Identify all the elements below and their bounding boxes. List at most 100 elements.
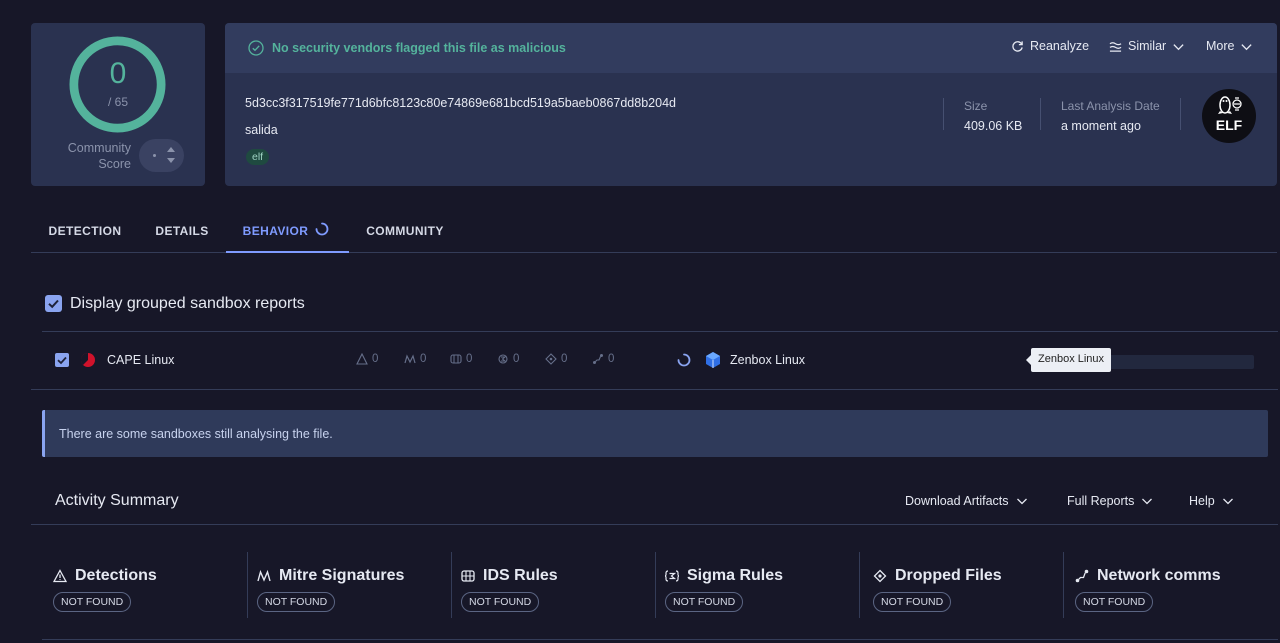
summary-title: IDS Rules: [461, 567, 558, 585]
grouped-reports-label[interactable]: Display grouped sandbox reports: [70, 295, 305, 313]
summary-detections[interactable]: Detections NOT FOUND: [53, 552, 243, 618]
community-score-text: Community Score: [67, 141, 131, 171]
tab-detection[interactable]: DETECTION: [31, 208, 139, 253]
network-icon: [593, 354, 603, 364]
warning-icon: [356, 353, 368, 365]
file-type-tag[interactable]: elf: [246, 149, 270, 165]
summary-title-text: Network comms: [1097, 567, 1221, 584]
help-button[interactable]: Help: [1189, 494, 1234, 508]
loading-spinner-icon: [677, 353, 691, 367]
help-label: Help: [1189, 494, 1215, 508]
cape-dropped-count: 0: [545, 353, 567, 365]
tab-community[interactable]: COMMUNITY: [349, 208, 461, 253]
zenbox-progress-bar: [1098, 355, 1254, 369]
mitre-icon: [404, 354, 416, 364]
full-reports-label: Full Reports: [1067, 494, 1135, 508]
refresh-icon: [1012, 40, 1023, 52]
chevron-down-icon: [1016, 498, 1027, 505]
summary-title-text: Dropped Files: [895, 567, 1002, 584]
tab-details[interactable]: DETAILS: [139, 208, 225, 253]
file-hash[interactable]: 5d3cc3f317519fe771d6bfc8123c80e74869e681…: [245, 96, 676, 110]
full-reports-button[interactable]: Full Reports: [1067, 494, 1153, 508]
grouped-reports-checkbox[interactable]: [45, 295, 62, 312]
summary-dropped-files[interactable]: Dropped Files NOT FOUND: [859, 552, 1059, 618]
status-badge: NOT FOUND: [665, 592, 744, 612]
zenbox-tooltip: Zenbox Linux: [1031, 348, 1112, 372]
divider: [42, 331, 1278, 332]
tab-behavior[interactable]: BEHAVIOR: [226, 208, 349, 253]
summary-mitre[interactable]: Mitre Signatures NOT FOUND: [247, 552, 447, 618]
cape-network-count: 0: [592, 353, 614, 365]
vote-up-icon[interactable]: [167, 147, 175, 152]
cape-sandbox-checkbox[interactable]: [55, 353, 69, 367]
cape-sandbox-label[interactable]: CAPE Linux: [107, 353, 174, 367]
chevron-down-icon: [1241, 43, 1253, 50]
chevron-down-icon: [1142, 498, 1153, 505]
size-label: Size: [964, 99, 988, 113]
status-badge: NOT FOUND: [1075, 592, 1154, 612]
divider: [1040, 98, 1041, 130]
sandbox-status-alert: There are some sandboxes still analysing…: [42, 410, 1268, 457]
sigma-icon: [498, 354, 508, 364]
sigma-icon: [665, 570, 679, 582]
divider: [1063, 552, 1064, 618]
cape-sigma-count: 0: [497, 353, 519, 365]
report-tabs: DETECTION DETAILS BEHAVIOR COMMUNITY: [31, 208, 1277, 253]
detection-score: 0: [109, 57, 127, 90]
zenbox-logo-icon: [706, 352, 720, 368]
summary-title: Network comms: [1075, 567, 1221, 585]
vote-down-icon[interactable]: [167, 158, 175, 163]
ids-icon: [461, 570, 475, 582]
chevron-down-icon: [1222, 498, 1233, 505]
check-circle-icon: [248, 40, 264, 56]
summary-sigma[interactable]: Sigma Rules NOT FOUND: [655, 552, 855, 618]
checkmark-icon: [57, 356, 67, 365]
zenbox-sandbox-label[interactable]: Zenbox Linux: [730, 353, 805, 367]
status-badge: NOT FOUND: [461, 592, 540, 612]
divider: [247, 552, 248, 618]
last-analysis-label: Last Analysis Date: [1061, 99, 1160, 113]
count-value: 0: [372, 353, 379, 365]
count-value: 0: [513, 353, 520, 365]
more-label: More: [1206, 39, 1235, 53]
chevron-down-icon: [1173, 43, 1184, 50]
divider: [31, 524, 1278, 525]
file-name: salida: [245, 123, 278, 137]
size-value: 409.06 KB: [964, 119, 1023, 133]
checkmark-icon: [48, 299, 59, 309]
summary-ids[interactable]: IDS Rules NOT FOUND: [451, 552, 651, 618]
tux-penguin-icon: [1218, 96, 1242, 114]
summary-title: Mitre Signatures: [257, 567, 404, 585]
more-button[interactable]: More: [1206, 39, 1253, 53]
detection-total: / 65: [107, 95, 128, 109]
dropped-file-icon: [873, 569, 887, 583]
ids-icon: [450, 354, 462, 364]
summary-title-text: IDS Rules: [483, 567, 558, 584]
status-badge: NOT FOUND: [873, 592, 952, 612]
summary-title: Detections: [53, 567, 157, 585]
download-artifacts-button[interactable]: Download Artifacts: [905, 494, 1028, 508]
activity-summary-title: Activity Summary: [55, 492, 179, 509]
summary-title-text: Sigma Rules: [687, 567, 784, 584]
network-icon: [1075, 569, 1089, 583]
sandbox-status-message: There are some sandboxes still analysing…: [59, 427, 333, 441]
summary-network-comms[interactable]: Network comms NOT FOUND: [1063, 552, 1265, 618]
reanalyze-button[interactable]: Reanalyze: [1011, 39, 1089, 53]
summary-title-text: Mitre Signatures: [279, 567, 405, 584]
status-badge: NOT FOUND: [53, 592, 132, 612]
file-status-text: No security vendors flagged this file as…: [272, 41, 566, 55]
cape-ids-count: 0: [450, 353, 472, 365]
similar-button[interactable]: Similar: [1109, 39, 1185, 53]
count-value: 0: [466, 353, 473, 365]
divider: [943, 98, 944, 130]
divider: [31, 389, 1278, 390]
elf-label: ELF: [1215, 117, 1243, 133]
community-score-stepper[interactable]: [139, 139, 184, 172]
count-value: 0: [608, 353, 615, 365]
tab-behavior-label: BEHAVIOR: [242, 224, 309, 238]
count-value: 0: [561, 353, 568, 365]
file-type-icon: ELF: [1202, 89, 1256, 143]
dropped-file-icon: [545, 353, 557, 365]
summary-title-text: Detections: [75, 567, 157, 584]
score-card: 0 / 65 Community Score: [31, 23, 205, 186]
